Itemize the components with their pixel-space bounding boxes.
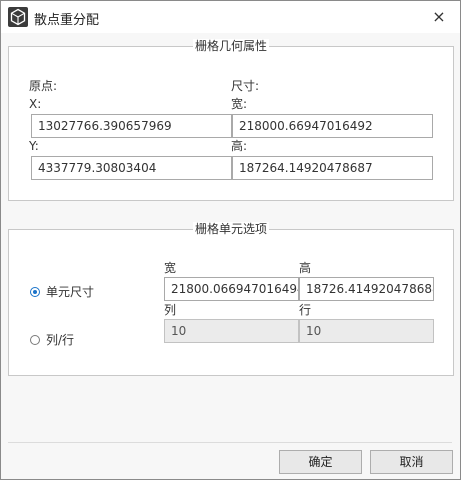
cell-height-field[interactable]: 18726.414920478688 bbox=[299, 277, 434, 301]
footer-divider bbox=[8, 442, 452, 443]
cell-height-label: 高 bbox=[299, 261, 312, 275]
cell-options-group: 栅格单元选项 单元尺寸 列/行 宽 高 21800.066947016494 1… bbox=[8, 222, 454, 376]
cancel-button[interactable]: 取消 bbox=[370, 450, 453, 474]
height-label: 高: bbox=[231, 139, 248, 153]
rows-label: 行 bbox=[299, 303, 312, 317]
cell-size-option-label[interactable]: 单元尺寸 bbox=[46, 285, 94, 299]
grid-geometry-legend: 栅格几何属性 bbox=[192, 39, 269, 53]
close-icon[interactable]: × bbox=[430, 8, 448, 26]
col-row-option-label[interactable]: 列/行 bbox=[46, 333, 74, 347]
grid-width-field[interactable]: 218000.66947016492 bbox=[232, 114, 433, 138]
cols-label: 列 bbox=[164, 303, 177, 317]
title-bar: 散点重分配 × bbox=[1, 1, 460, 33]
width-label: 宽: bbox=[231, 97, 248, 111]
grid-height-field[interactable]: 187264.14920478687 bbox=[232, 156, 433, 180]
dialog-window: 散点重分配 × 栅格几何属性 原点: 尺寸: X: 宽: 13027766.39… bbox=[0, 0, 461, 480]
dialog-title: 散点重分配 bbox=[34, 13, 100, 28]
origin-x-field[interactable]: 13027766.390657969 bbox=[31, 114, 232, 138]
rows-field: 10 bbox=[299, 319, 434, 343]
cols-field: 10 bbox=[164, 319, 299, 343]
size-label: 尺寸: bbox=[231, 79, 260, 93]
x-label: X: bbox=[29, 97, 42, 111]
col-row-radio[interactable] bbox=[30, 335, 40, 345]
grid-geometry-group: 栅格几何属性 原点: 尺寸: X: 宽: 13027766.390657969 … bbox=[8, 39, 454, 201]
ok-button[interactable]: 确定 bbox=[279, 450, 362, 474]
origin-label: 原点: bbox=[29, 79, 58, 93]
app-logo-icon bbox=[8, 7, 28, 27]
origin-y-field[interactable]: 4337779.30803404 bbox=[31, 156, 232, 180]
cell-size-radio[interactable] bbox=[30, 287, 40, 297]
cell-options-legend: 栅格单元选项 bbox=[192, 222, 269, 236]
cell-width-label: 宽 bbox=[164, 261, 177, 275]
y-label: Y: bbox=[29, 139, 39, 153]
cell-width-field[interactable]: 21800.066947016494 bbox=[164, 277, 299, 301]
